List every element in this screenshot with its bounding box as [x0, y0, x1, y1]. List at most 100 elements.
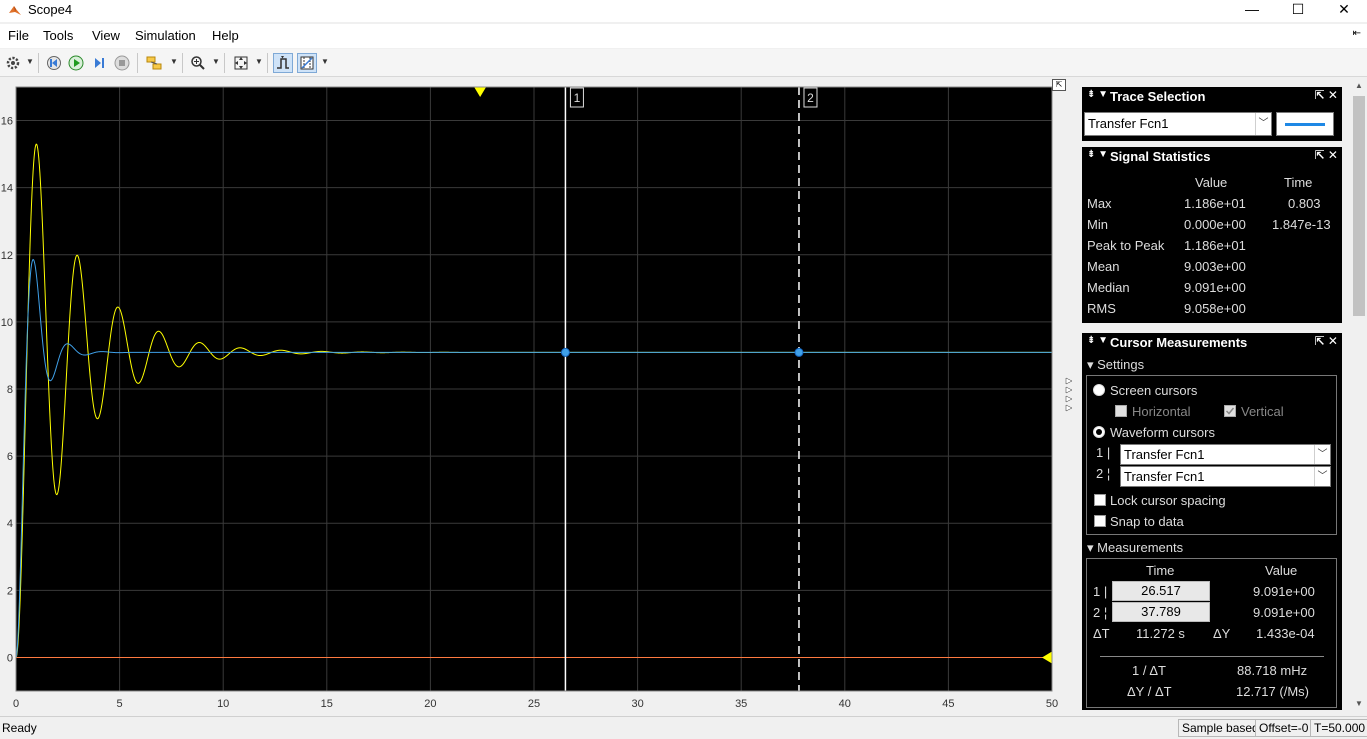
- dy-dt-value: 12.717 (/Ms): [1236, 684, 1309, 699]
- cursor1-time-input[interactable]: 26.517: [1112, 581, 1210, 601]
- signal-statistics-header[interactable]: ⇟ ▼ Signal Statistics ⇱ ✕: [1082, 147, 1342, 167]
- cursor-measurements-icon[interactable]: [297, 53, 317, 73]
- trace-line-style-swatch[interactable]: [1276, 112, 1334, 136]
- chevron-down-icon[interactable]: ﹀: [1314, 445, 1330, 464]
- scroll-thumb[interactable]: [1353, 96, 1365, 316]
- menu-help[interactable]: Help: [212, 28, 239, 43]
- radio-dot: [1096, 429, 1102, 435]
- measure-cursor1-label: 1 |: [1093, 584, 1108, 599]
- step-back-icon[interactable]: [44, 53, 64, 73]
- triggers-icon[interactable]: [273, 53, 293, 73]
- menu-file[interactable]: File: [8, 28, 29, 43]
- cursor1-value: 9.091e+00: [1253, 584, 1315, 599]
- snap-to-data-checkbox[interactable]: [1094, 515, 1106, 527]
- x-tick-label: 0: [13, 698, 19, 710]
- menu-view[interactable]: View: [92, 28, 120, 43]
- cursor2-label: 2 ¦: [1096, 466, 1111, 481]
- scroll-up-icon[interactable]: ▲: [1351, 78, 1367, 94]
- highlight-icon[interactable]: [144, 53, 164, 73]
- horizontal-checkbox[interactable]: [1115, 405, 1127, 417]
- gear-icon[interactable]: [3, 53, 23, 73]
- cursor2-time-input[interactable]: 37.789: [1112, 602, 1210, 622]
- stat-label-median: Median: [1087, 280, 1130, 295]
- y-tick-label: 4: [7, 518, 13, 530]
- panel-menu-icon[interactable]: ⇟ ▼: [1087, 335, 1108, 346]
- vertical-checkbox[interactable]: [1224, 405, 1236, 417]
- dy-dt-label: ΔY / ΔT: [1127, 684, 1172, 699]
- snap-to-data-label[interactable]: Snap to data: [1110, 514, 1184, 529]
- window-title: Scope4: [28, 2, 73, 17]
- run-icon[interactable]: [66, 53, 86, 73]
- toolbar: ▼ ▼ ▼ ▼ ▼: [0, 49, 1367, 77]
- gear-dropdown-icon[interactable]: ▼: [26, 57, 34, 66]
- menu-bar: File Tools View Simulation Help ⇤: [0, 24, 1367, 48]
- undock-icon[interactable]: ⇱: [1052, 79, 1066, 91]
- scope-axes[interactable]: 0 5 10 15 20 25 30 35 40 45 5002468101214161 2: [0, 78, 1080, 712]
- panel-undock-close-icon[interactable]: ⇱ ✕: [1315, 88, 1338, 102]
- toolbar-separator: [38, 53, 39, 73]
- screen-cursors-radio[interactable]: [1093, 384, 1105, 396]
- zoom-dropdown-icon[interactable]: ▼: [212, 57, 220, 66]
- panel-menu-icon[interactable]: ⇟ ▼: [1087, 149, 1108, 160]
- collapse-toolstrip-icon[interactable]: ⇤: [1353, 28, 1361, 39]
- y-tick-label: 0: [7, 652, 13, 664]
- status-offset: Offset=-0: [1255, 719, 1313, 737]
- minimize-button[interactable]: —: [1229, 0, 1275, 22]
- trace-select[interactable]: Transfer Fcn1 ﹀: [1084, 112, 1272, 136]
- fit-axes-icon[interactable]: [231, 53, 251, 73]
- measurements-dropdown-icon[interactable]: ▼: [321, 57, 329, 66]
- fit-dropdown-icon[interactable]: ▼: [255, 57, 263, 66]
- x-tick-label: 10: [217, 698, 229, 710]
- chevron-down-icon[interactable]: ﹀: [1314, 467, 1330, 486]
- check-icon: [1225, 407, 1235, 415]
- stat-label-min: Min: [1087, 217, 1108, 232]
- trace-select-value: Transfer Fcn1: [1088, 116, 1169, 131]
- delta-t-label: ΔT: [1093, 626, 1110, 641]
- measure-col-value: Value: [1265, 563, 1298, 578]
- maximize-button[interactable]: ☐: [1275, 0, 1321, 22]
- inverse-delta-t-label: 1 / ΔT: [1132, 663, 1166, 678]
- x-tick-label: 50: [1046, 698, 1058, 710]
- zoom-in-icon[interactable]: [188, 53, 208, 73]
- trace-selection-header[interactable]: ⇟ ▼ Trace Selection ⇱ ✕: [1082, 87, 1342, 107]
- highlight-dropdown-icon[interactable]: ▼: [170, 57, 178, 66]
- x-tick-label: 35: [735, 698, 747, 710]
- panel-menu-icon[interactable]: ⇟ ▼: [1087, 89, 1108, 100]
- signal-statistics-title: Signal Statistics: [1110, 149, 1211, 164]
- x-tick-label: 45: [942, 698, 954, 710]
- menu-tools[interactable]: Tools: [43, 28, 73, 43]
- lock-spacing-checkbox[interactable]: [1094, 494, 1106, 506]
- side-panel-scrollbar[interactable]: ▲ ▼: [1351, 78, 1367, 712]
- screen-cursors-label[interactable]: Screen cursors: [1110, 383, 1197, 398]
- chevron-down-icon[interactable]: ﹀: [1255, 113, 1271, 135]
- cursor1-signal-select[interactable]: Transfer Fcn1 ﹀: [1120, 444, 1331, 465]
- cursor2-signal-select[interactable]: Transfer Fcn1 ﹀: [1120, 466, 1331, 487]
- measurements-section-toggle[interactable]: ▾ Measurements: [1087, 540, 1183, 556]
- step-forward-icon[interactable]: [89, 53, 109, 73]
- cursor-point-2: [794, 347, 804, 357]
- lock-spacing-label[interactable]: Lock cursor spacing: [1110, 493, 1226, 508]
- cursor-measurements-body: ▾ Settings Screen cursors Horizontal Ver…: [1082, 353, 1342, 710]
- cursor-measurements-header[interactable]: ⇟ ▼ Cursor Measurements ⇱ ✕: [1082, 333, 1342, 353]
- stats-col-value: Value: [1195, 175, 1228, 190]
- cursor-label-1: 1: [574, 91, 581, 105]
- signal-statistics-body: Value Time Max 1.186e+01 0.803 Min 0.000…: [1082, 167, 1342, 323]
- scroll-down-icon[interactable]: ▼: [1351, 696, 1367, 712]
- toolbar-separator: [137, 53, 138, 73]
- panel-undock-close-icon[interactable]: ⇱ ✕: [1315, 334, 1338, 348]
- waveform-cursors-label[interactable]: Waveform cursors: [1110, 425, 1215, 440]
- trace-selection-body: Transfer Fcn1 ﹀: [1082, 107, 1342, 141]
- y-tick-label: 14: [1, 183, 13, 195]
- y-tick-label: 2: [7, 585, 13, 597]
- panel-collapse-arrows-icon[interactable]: [1064, 376, 1074, 420]
- settings-section-toggle[interactable]: ▾ Settings: [1087, 357, 1144, 373]
- toolbar-separator: [267, 53, 268, 73]
- stop-icon[interactable]: [112, 53, 132, 73]
- status-ready: Ready: [2, 721, 37, 735]
- panel-undock-close-icon[interactable]: ⇱ ✕: [1315, 148, 1338, 162]
- menu-simulation[interactable]: Simulation: [135, 28, 196, 43]
- close-button[interactable]: ✕: [1321, 0, 1367, 22]
- matlab-logo-icon: [9, 6, 21, 15]
- waveform-cursors-radio[interactable]: [1093, 426, 1105, 438]
- cursor-point-1: [560, 347, 570, 357]
